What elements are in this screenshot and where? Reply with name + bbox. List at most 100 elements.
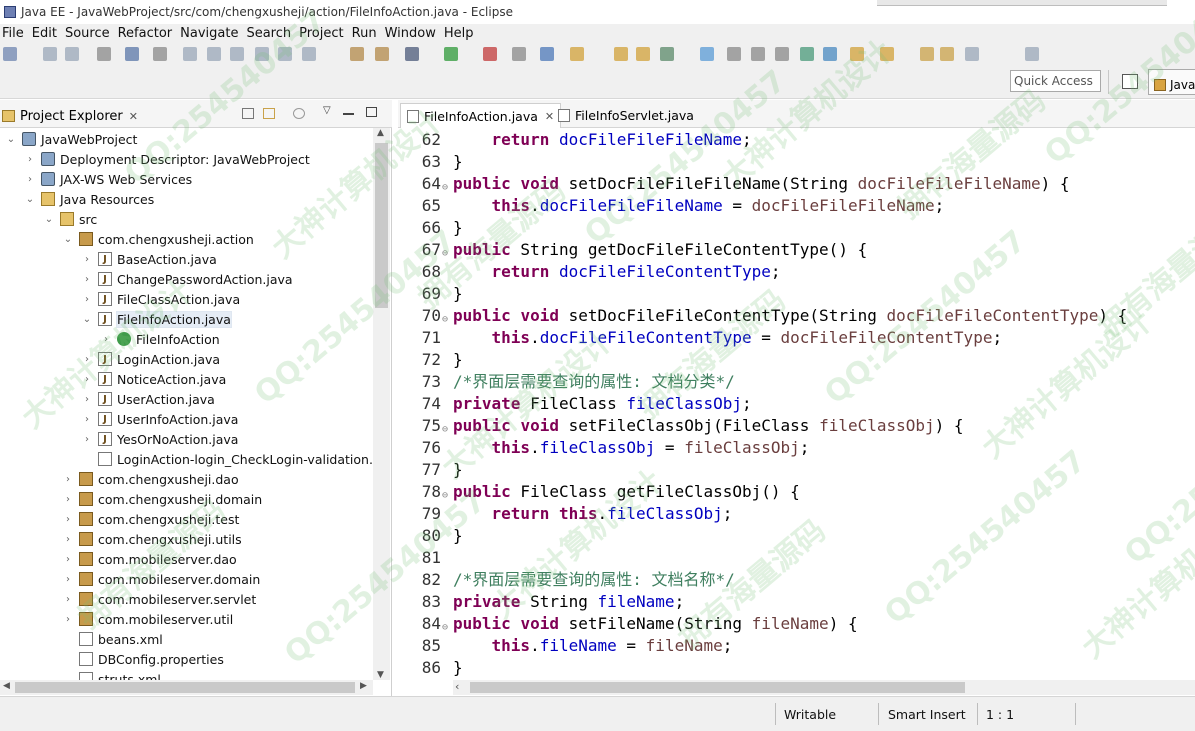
toolbar-button-icon[interactable] [880,47,894,61]
menu-help[interactable]: Help [443,26,481,41]
java-perspective-button[interactable]: Java [1148,69,1195,95]
quick-access-input[interactable]: Quick Access [1010,70,1101,92]
code-line[interactable]: 69} [398,283,1195,305]
menu-refactor[interactable]: Refactor [117,26,180,41]
toolbar-button-icon[interactable] [302,47,316,61]
code-line[interactable]: 70 ⊖ public void setDocFileFileContentType… [398,305,1195,327]
expand-closed-icon[interactable]: › [82,394,92,405]
expand-open-icon[interactable]: ⌄ [25,194,35,205]
code-line[interactable]: 63} [398,151,1195,173]
code-line[interactable]: 81 [398,547,1195,569]
expand-open-icon[interactable]: ⌄ [6,134,16,145]
minimize-icon[interactable] [343,113,354,115]
scroll-left-icon[interactable]: ◀ [3,681,10,691]
code-line[interactable]: 72} [398,349,1195,371]
expand-closed-icon[interactable]: › [63,574,73,585]
tree-item[interactable]: › J BaseAction.java [82,249,217,269]
tree-item[interactable]: › FileInfoAction [101,329,220,349]
tree-item[interactable]: struts.xml [63,669,161,680]
tree-item[interactable]: DBConfig.properties [63,649,224,669]
focus-icon[interactable] [293,108,305,119]
expand-closed-icon[interactable]: › [25,174,35,185]
code-line[interactable]: 67 ⊖ public String getDocFileFileContentTy… [398,239,1195,261]
toolbar-button-icon[interactable] [97,47,111,61]
toolbar-button-icon[interactable] [405,47,419,61]
toolbar-button-icon[interactable] [183,47,197,61]
tree-item[interactable]: › com.mobileserver.domain [63,569,260,589]
tree-item[interactable]: › com.mobileserver.util [63,609,233,629]
tree-item[interactable]: › com.chengxusheji.dao [63,469,239,489]
expand-closed-icon[interactable]: › [63,594,73,605]
open-perspective-icon[interactable] [1122,74,1138,89]
menu-project[interactable]: Project [298,26,350,41]
toolbar-button-icon[interactable] [850,47,864,61]
close-icon[interactable]: ✕ [129,110,138,123]
expand-open-icon[interactable]: ⌄ [63,234,73,245]
expand-closed-icon[interactable]: › [82,274,92,285]
scroll-left-icon[interactable]: ‹ [455,680,459,693]
tree-item[interactable]: › J LoginAction.java [82,349,220,369]
expand-closed-icon[interactable]: › [63,514,73,525]
tree-item[interactable]: › com.mobileserver.dao [63,549,237,569]
toolbar-button-icon[interactable] [700,47,714,61]
code-line[interactable]: 86} [398,657,1195,679]
code-line[interactable]: 75 ⊖ public void setFileClassObj(FileClass… [398,415,1195,437]
menu-navigate[interactable]: Navigate [179,26,245,41]
toolbar-button-icon[interactable] [727,47,741,61]
explorer-vertical-scrollbar[interactable]: ▲ ▼ [373,128,390,680]
tree-item[interactable]: LoginAction-login_CheckLogin-validation.… [82,449,372,469]
editor-horizontal-scrollbar[interactable]: ‹ [453,680,1195,695]
toolbar-button-icon[interactable] [823,47,837,61]
toolbar-button-icon[interactable] [375,47,389,61]
code-line[interactable]: 68 return docFileFileContentType; [398,261,1195,283]
explorer-horizontal-scrollbar[interactable]: ◀ ▶ [0,680,373,695]
toolbar-button-icon[interactable] [483,47,497,61]
code-line[interactable]: 66} [398,217,1195,239]
expand-closed-icon[interactable]: › [101,334,111,345]
code-line[interactable]: 83 private String fileName; [398,591,1195,613]
toolbar-button-icon[interactable] [444,47,458,61]
tree-item[interactable]: › JAX-WS Web Services [25,169,192,189]
tree-item[interactable]: › J NoticeAction.java [82,369,226,389]
toolbar-button-icon[interactable] [775,47,789,61]
collapse-all-icon[interactable] [242,108,254,119]
toolbar-button-icon[interactable] [230,47,244,61]
expand-open-icon[interactable]: ⌄ [44,214,54,225]
code-line[interactable]: 64 ⊖ public void setDocFileFileFileName(St… [398,173,1195,195]
toolbar-button-icon[interactable] [920,47,934,61]
project-explorer-tab[interactable]: Project Explorer ✕ [2,105,138,127]
code-line[interactable]: 74 private FileClass fileClassObj; [398,393,1195,415]
toolbar-button-icon[interactable] [125,47,139,61]
toolbar-button-icon[interactable] [965,47,979,61]
tree-item[interactable]: ⌄ J FileInfoAction.java [82,309,232,329]
tree-item[interactable]: › J YesOrNoAction.java [82,429,238,449]
tree-item[interactable]: ⌄ Java Resources [25,189,154,209]
tree-item[interactable]: › Deployment Descriptor: JavaWebProject [25,149,310,169]
expand-closed-icon[interactable]: › [82,354,92,365]
editor-hscroll-thumb[interactable] [470,682,965,693]
code-line[interactable]: 79 return this.fileClassObj; [398,503,1195,525]
toolbar-button-icon[interactable] [153,47,167,61]
expand-open-icon[interactable]: ⌄ [82,314,92,325]
expand-closed-icon[interactable]: › [63,474,73,485]
code-line[interactable]: 80} [398,525,1195,547]
tree-item[interactable]: ⌄ com.chengxusheji.action [63,229,254,249]
explorer-hscroll-thumb[interactable] [15,682,355,693]
toolbar-button-icon[interactable] [636,47,650,61]
toolbar-button-icon[interactable] [800,47,814,61]
toolbar-button-icon[interactable] [751,47,765,61]
code-line[interactable]: 65 this.docFileFileFileName = docFileFil… [398,195,1195,217]
editor-tab[interactable]: FileInfoServlet.java [552,103,700,128]
tree-item[interactable]: › com.chengxusheji.domain [63,489,262,509]
code-line[interactable]: 82 /*界面层需要查询的属性: 文档名称*/ [398,569,1195,591]
toolbar-button-icon[interactable] [350,47,364,61]
tree-item[interactable]: › J FileClassAction.java [82,289,240,309]
maximize-icon[interactable] [366,107,377,117]
toolbar-button-icon[interactable] [278,47,292,61]
toolbar-button-icon[interactable] [940,47,954,61]
expand-closed-icon[interactable]: › [63,614,73,625]
expand-closed-icon[interactable]: › [82,294,92,305]
tree-item[interactable]: › com.chengxusheji.test [63,509,239,529]
tree-item[interactable]: › J UserInfoAction.java [82,409,238,429]
toolbar-button-icon[interactable] [65,47,79,61]
